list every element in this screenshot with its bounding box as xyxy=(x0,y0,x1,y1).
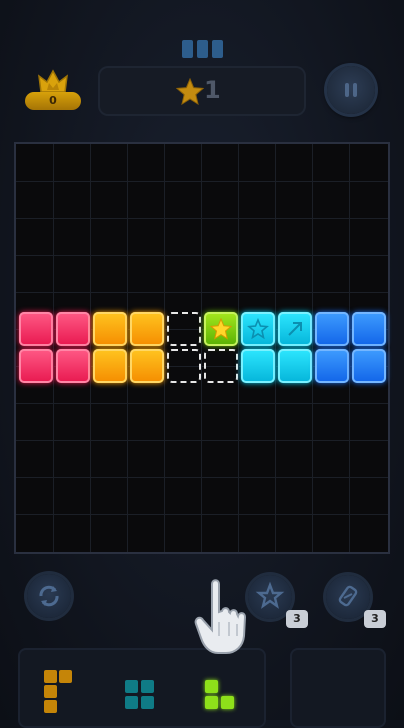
level-indicator xyxy=(182,40,224,58)
game-board[interactable] xyxy=(14,142,390,554)
arrow-icon xyxy=(288,322,302,336)
secondary-tray xyxy=(290,648,386,728)
block-red xyxy=(19,349,53,383)
empty-slot[interactable] xyxy=(167,312,201,346)
block-cyan-star xyxy=(241,312,275,346)
empty-slot[interactable] xyxy=(204,349,238,383)
block-orange xyxy=(130,312,164,346)
star-icon xyxy=(176,78,204,105)
grid-line xyxy=(349,144,350,552)
block-orange xyxy=(130,349,164,383)
grid-line xyxy=(16,218,388,219)
best-score: 0 xyxy=(25,68,81,114)
block-orange xyxy=(93,349,127,383)
best-score-value: 0 xyxy=(25,92,81,110)
refresh-icon xyxy=(39,585,59,607)
grid-line xyxy=(90,144,91,552)
refresh-button[interactable] xyxy=(27,574,71,618)
hammer-count: 3 xyxy=(364,610,386,628)
score-value: 1 xyxy=(204,76,221,104)
grid-line xyxy=(201,144,202,552)
grid-line xyxy=(238,144,239,552)
grid-line xyxy=(16,255,388,256)
block-blue xyxy=(315,312,349,346)
grid-line xyxy=(275,144,276,552)
grid-line xyxy=(16,292,388,293)
pause-button[interactable] xyxy=(327,66,375,114)
piece-orange[interactable] xyxy=(44,668,84,728)
block-cyan-arrow xyxy=(278,312,312,346)
piece-teal[interactable] xyxy=(125,678,159,712)
block-blue xyxy=(352,312,386,346)
grid-line xyxy=(16,477,388,478)
empty-slot[interactable] xyxy=(167,349,201,383)
block-blue xyxy=(352,349,386,383)
score-panel: 1 xyxy=(98,66,306,116)
grid-line xyxy=(16,403,388,404)
block-orange xyxy=(93,312,127,346)
block-red xyxy=(56,349,90,383)
grid-line xyxy=(16,440,388,441)
hand-pointer-icon xyxy=(194,579,247,654)
grid-line xyxy=(16,514,388,515)
block-red xyxy=(19,312,53,346)
bomb-count: 3 xyxy=(286,610,308,628)
grid-line xyxy=(16,181,388,182)
piece-green[interactable] xyxy=(205,678,245,718)
block-blue xyxy=(315,349,349,383)
block-cyan xyxy=(278,349,312,383)
block-red xyxy=(56,312,90,346)
grid-line xyxy=(127,144,128,552)
grid-line xyxy=(53,144,54,552)
block-cyan xyxy=(241,349,275,383)
star-outline-icon xyxy=(247,318,269,340)
star-icon xyxy=(210,318,232,340)
grid-line xyxy=(164,144,165,552)
block-green-star xyxy=(204,312,238,346)
grid-line xyxy=(312,144,313,552)
piece-tray xyxy=(18,648,266,728)
